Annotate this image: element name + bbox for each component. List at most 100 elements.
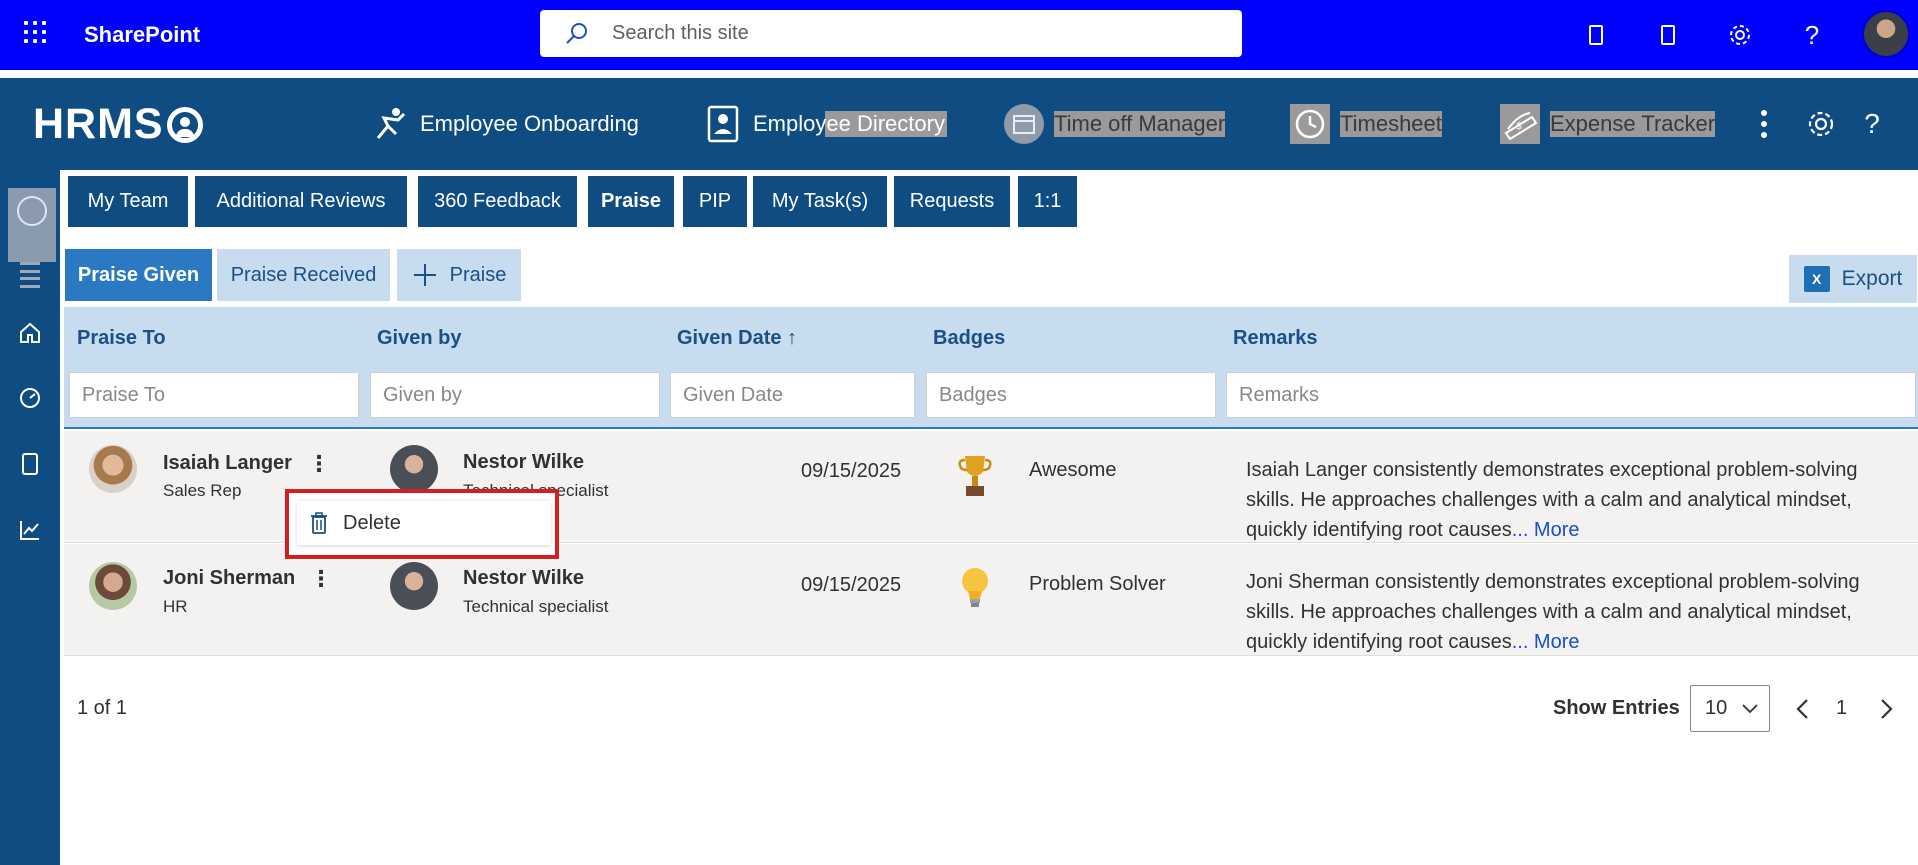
table-header: Praise To Given by Given Date ↑ Badges R…: [64, 307, 1918, 429]
tab-one-on-one[interactable]: 1:1: [1018, 176, 1077, 227]
tab-my-team[interactable]: My Team: [68, 176, 188, 227]
chevron-down-icon: [1742, 704, 1758, 714]
header-given-by[interactable]: Given by: [377, 327, 461, 350]
sharepoint-suite-bar: SharePoint Search this site ?: [0, 0, 1918, 70]
site-search-box[interactable]: Search this site: [540, 10, 1242, 57]
hrms-header: HRMS Employee Onboarding Employee Direct…: [0, 78, 1918, 170]
remark-text: Isaiah Langer consistently demonstrates …: [1246, 455, 1906, 545]
lightbulb-icon: [955, 564, 995, 614]
mobile-view-icon[interactable]: [1581, 20, 1611, 50]
app-settings-icon[interactable]: [1805, 108, 1837, 140]
excel-icon: X: [1803, 266, 1830, 292]
tab-pip[interactable]: PIP: [683, 176, 747, 227]
home-icon[interactable]: [14, 317, 46, 349]
calendar-icon: [1004, 104, 1044, 144]
given-by-role: Technical specialist: [463, 597, 609, 616]
filter-given-date[interactable]: Given Date: [670, 372, 915, 418]
praise-to-name: Isaiah Langer: [163, 452, 292, 474]
next-page-icon[interactable]: [1872, 694, 1902, 724]
app-help-icon[interactable]: ?: [1856, 108, 1888, 140]
settings-gear-icon[interactable]: [1725, 20, 1755, 50]
dashboard-gauge-icon[interactable]: [14, 382, 46, 414]
nav-label: Timesheet: [1340, 111, 1442, 137]
trash-icon: [311, 512, 327, 534]
profile-card-icon[interactable]: [8, 188, 56, 262]
subtab-praise-given[interactable]: Praise Given: [65, 249, 212, 301]
given-by-name: Nestor Wilke: [463, 451, 584, 473]
divider: [0, 70, 1918, 78]
search-icon: [566, 22, 587, 44]
row-more-icon[interactable]: ⋮: [310, 568, 332, 590]
given-date: 09/15/2025: [801, 460, 902, 482]
delete-label: Delete: [343, 511, 401, 534]
subtab-praise-received[interactable]: Praise Received: [217, 249, 390, 301]
tab-my-tasks[interactable]: My Task(s): [753, 176, 887, 227]
praise-to-role: HR: [163, 597, 188, 616]
tab-requests[interactable]: Requests: [894, 176, 1010, 227]
avatar: [390, 445, 438, 493]
filter-remarks[interactable]: Remarks: [1226, 372, 1916, 418]
avatar: [390, 562, 438, 610]
nav-label: Employee Onboarding: [420, 111, 639, 136]
nav-expense-tracker[interactable]: $ Expense Tracker: [1500, 102, 1716, 146]
left-rail: [0, 170, 60, 865]
hrms-logo[interactable]: HRMS: [33, 100, 203, 149]
app-launcher-icon[interactable]: [22, 19, 48, 45]
svg-text:$: $: [1516, 121, 1522, 132]
header-badges[interactable]: Badges: [933, 327, 1005, 350]
analytics-chart-icon[interactable]: [14, 514, 46, 546]
praise-to-role: Sales Rep: [163, 481, 242, 500]
nav-time-off-manager[interactable]: Time off Manager: [1004, 102, 1226, 146]
row-more-icon[interactable]: ⋮: [308, 453, 330, 475]
header-given-date[interactable]: Given Date ↑: [677, 327, 797, 350]
praise-to-name: Joni Sherman: [163, 567, 296, 589]
nav-label: Employee Directory: [753, 111, 947, 137]
show-entries-label: Show Entries: [1553, 697, 1680, 719]
nav-employee-directory[interactable]: Employee Directory: [703, 102, 947, 146]
more-link[interactable]: ... More: [1512, 519, 1580, 541]
tab-additional-reviews[interactable]: Additional Reviews: [195, 176, 407, 227]
notebook-icon[interactable]: [1653, 20, 1683, 50]
avatar: [89, 445, 137, 493]
more-vertical-icon[interactable]: [1748, 108, 1780, 140]
export-button[interactable]: X Export: [1789, 255, 1917, 303]
nav-timesheet[interactable]: Timesheet: [1290, 102, 1442, 146]
current-page-number[interactable]: 1: [1836, 697, 1847, 720]
nav-employee-onboarding[interactable]: Employee Onboarding: [370, 102, 639, 146]
hrms-logo-text: HRMS: [33, 100, 164, 148]
entries-value: 10: [1705, 697, 1728, 719]
onboarding-icon: [370, 104, 410, 144]
given-date: 09/15/2025: [801, 574, 902, 596]
more-link[interactable]: ... More: [1512, 631, 1580, 653]
tab-360-feedback[interactable]: 360 Feedback: [418, 176, 577, 227]
remark-text: Joni Sherman consistently demonstrates e…: [1246, 567, 1906, 657]
document-icon[interactable]: [14, 448, 46, 480]
sharepoint-title[interactable]: SharePoint: [84, 22, 200, 48]
badge-name: Problem Solver: [1029, 573, 1166, 595]
menu-lines-icon[interactable]: [20, 262, 40, 288]
row-context-menu: Delete: [285, 489, 559, 559]
expense-icon: $: [1500, 104, 1540, 144]
entries-dropdown[interactable]: 10: [1690, 685, 1770, 732]
help-icon[interactable]: ?: [1797, 20, 1827, 50]
add-praise-button[interactable]: Praise: [397, 249, 521, 301]
nav-label: Time off Manager: [1054, 111, 1226, 137]
filter-praise-to[interactable]: Praise To: [69, 372, 359, 418]
directory-icon: [703, 104, 743, 144]
trophy-icon: [955, 451, 995, 501]
badge-name: Awesome: [1029, 459, 1117, 481]
filter-given-by[interactable]: Given by: [370, 372, 660, 418]
page-info: 1 of 1: [77, 697, 128, 719]
avatar: [89, 562, 137, 610]
search-placeholder: Search this site: [612, 22, 749, 44]
given-by-name: Nestor Wilke: [463, 567, 584, 589]
table-row[interactable]: Joni Sherman HR ⋮ Nestor Wilke Technical…: [64, 544, 1918, 656]
user-avatar[interactable]: [1862, 10, 1910, 58]
header-praise-to[interactable]: Praise To: [77, 327, 166, 350]
previous-page-icon[interactable]: [1787, 694, 1817, 724]
clock-icon: [1290, 104, 1330, 144]
delete-menu-item[interactable]: Delete: [297, 501, 551, 545]
filter-badges[interactable]: Badges: [926, 372, 1216, 418]
header-remarks[interactable]: Remarks: [1233, 327, 1318, 350]
tab-praise[interactable]: Praise: [588, 176, 674, 227]
